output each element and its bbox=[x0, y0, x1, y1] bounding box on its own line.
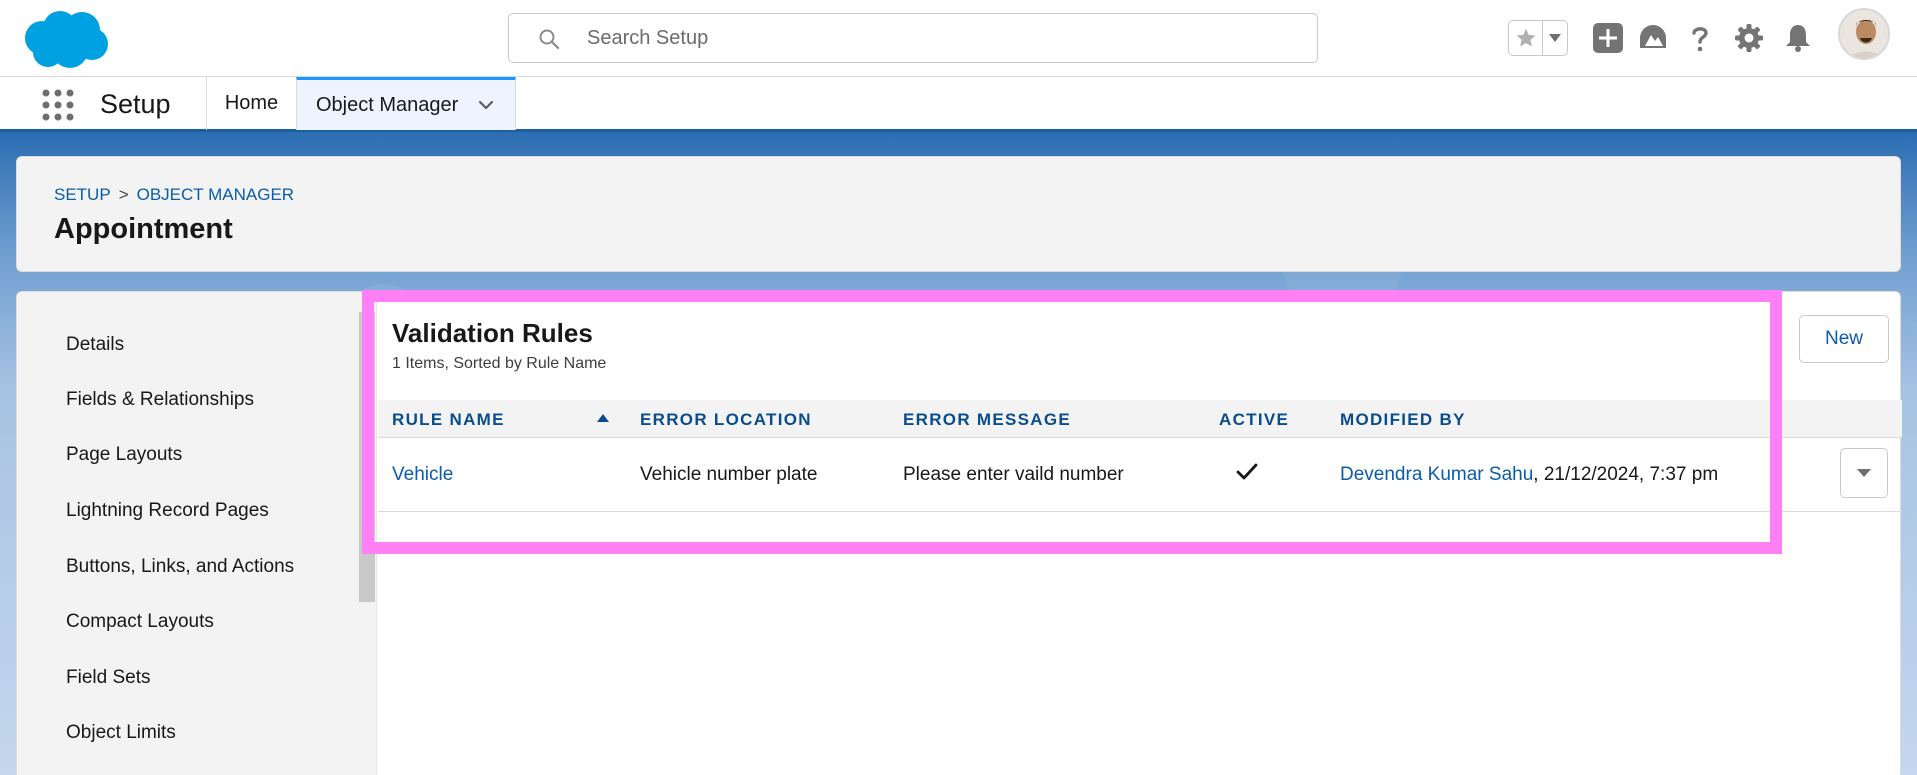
row-action-dropdown-icon bbox=[1857, 469, 1871, 477]
error-location-cell: Vehicle number plate bbox=[640, 464, 818, 485]
section-subtitle: 1 Items, Sorted by Rule Name bbox=[392, 355, 607, 372]
table-header: Rule Name Error Location Error Message A… bbox=[378, 400, 1902, 438]
breadcrumb: SETUP > OBJECT MANAGER bbox=[54, 185, 294, 205]
tab-object-manager-label: Object Manager bbox=[316, 93, 459, 116]
modified-by-cell: Devendra Kumar Sahu, 21/12/2024, 7:37 pm bbox=[1340, 464, 1718, 486]
page-title: Appointment bbox=[54, 213, 233, 245]
breadcrumb-object-manager[interactable]: OBJECT MANAGER bbox=[137, 185, 294, 205]
rule-name-cell: Vehicle bbox=[392, 464, 453, 486]
column-rule-name[interactable]: Rule Name bbox=[392, 410, 505, 430]
validation-rules-panel: Validation Rules 1 Items, Sorted by Rule… bbox=[378, 292, 1902, 775]
sidebar-item-page-layouts[interactable]: Page Layouts bbox=[66, 444, 182, 466]
gear-icon bbox=[1735, 24, 1763, 52]
sidebar-item-compact-layouts[interactable]: Compact Layouts bbox=[66, 611, 214, 633]
sidebar-item-field-sets[interactable]: Field Sets bbox=[66, 667, 150, 689]
new-button[interactable]: New bbox=[1799, 315, 1889, 363]
sidebar-item-object-limits[interactable]: Object Limits bbox=[66, 722, 176, 744]
breadcrumb-setup[interactable]: SETUP bbox=[54, 185, 111, 205]
rule-name-link[interactable]: Vehicle bbox=[392, 464, 453, 485]
column-modified-by[interactable]: Modified By bbox=[1340, 410, 1466, 430]
scrollbar-thumb[interactable] bbox=[359, 312, 375, 602]
help-button[interactable] bbox=[1682, 20, 1718, 56]
tab-home[interactable]: Home bbox=[206, 77, 296, 130]
global-header bbox=[0, 0, 1917, 76]
sidebar-item-details[interactable]: Details bbox=[66, 334, 124, 356]
avatar[interactable] bbox=[1838, 8, 1890, 60]
table-row: Vehicle Vehicle number plate Please ente… bbox=[378, 438, 1902, 512]
sidebar-item-fields-relationships[interactable]: Fields & Relationships bbox=[66, 389, 254, 411]
page-header: SETUP > OBJECT MANAGER Appointment bbox=[16, 156, 1901, 272]
tab-object-manager[interactable]: Object Manager bbox=[296, 77, 516, 130]
trailhead-icon bbox=[1640, 25, 1666, 48]
row-actions-button[interactable] bbox=[1840, 448, 1888, 498]
add-icon bbox=[1593, 23, 1623, 53]
bell-icon bbox=[1786, 25, 1810, 52]
search-box[interactable] bbox=[508, 13, 1318, 63]
app-nav-bar: Setup Home Object Manager bbox=[0, 76, 1917, 132]
breadcrumb-separator: > bbox=[118, 185, 129, 204]
section-title: Validation Rules bbox=[392, 318, 593, 348]
search-icon bbox=[539, 29, 560, 50]
modified-by-date: , 21/12/2024, 7:37 pm bbox=[1533, 464, 1719, 485]
sidebar-item-lightning-record-pages[interactable]: Lightning Record Pages bbox=[66, 500, 269, 522]
checkmark-icon bbox=[1236, 463, 1258, 480]
column-error-message[interactable]: Error Message bbox=[903, 410, 1071, 430]
app-name: Setup bbox=[100, 89, 171, 119]
star-icon bbox=[1516, 28, 1535, 47]
global-actions-button[interactable] bbox=[1590, 20, 1626, 56]
trailhead-button[interactable] bbox=[1635, 20, 1671, 56]
favorites-group bbox=[1508, 20, 1568, 56]
main-card: Details Fields & Relationships Page Layo… bbox=[16, 291, 1902, 775]
sort-ascending-icon[interactable] bbox=[596, 413, 610, 423]
sidebar-scrollbar[interactable] bbox=[357, 292, 377, 775]
notifications-button[interactable] bbox=[1780, 20, 1816, 56]
salesforce-cloud-logo[interactable] bbox=[20, 8, 110, 70]
column-active[interactable]: Active bbox=[1219, 410, 1289, 430]
favorites-list-button[interactable] bbox=[1543, 21, 1567, 55]
user-photo bbox=[1840, 10, 1888, 58]
favorites-dropdown-icon bbox=[1549, 34, 1561, 42]
active-cell bbox=[1236, 462, 1258, 488]
search-input[interactable] bbox=[587, 14, 1287, 62]
tab-home-label: Home bbox=[224, 92, 279, 114]
favorites-button[interactable] bbox=[1509, 21, 1543, 55]
chevron-down-icon[interactable] bbox=[477, 96, 495, 114]
column-error-location[interactable]: Error Location bbox=[640, 410, 812, 430]
error-message-cell: Please enter vaild number bbox=[903, 464, 1124, 485]
help-icon bbox=[1692, 27, 1708, 52]
setup-button[interactable] bbox=[1731, 20, 1767, 56]
sidebar: Details Fields & Relationships Page Layo… bbox=[17, 292, 357, 775]
app-launcher-icon[interactable] bbox=[40, 87, 76, 123]
modified-by-user-link[interactable]: Devendra Kumar Sahu bbox=[1340, 464, 1533, 485]
sidebar-item-buttons-links-actions[interactable]: Buttons, Links, and Actions bbox=[66, 556, 294, 578]
